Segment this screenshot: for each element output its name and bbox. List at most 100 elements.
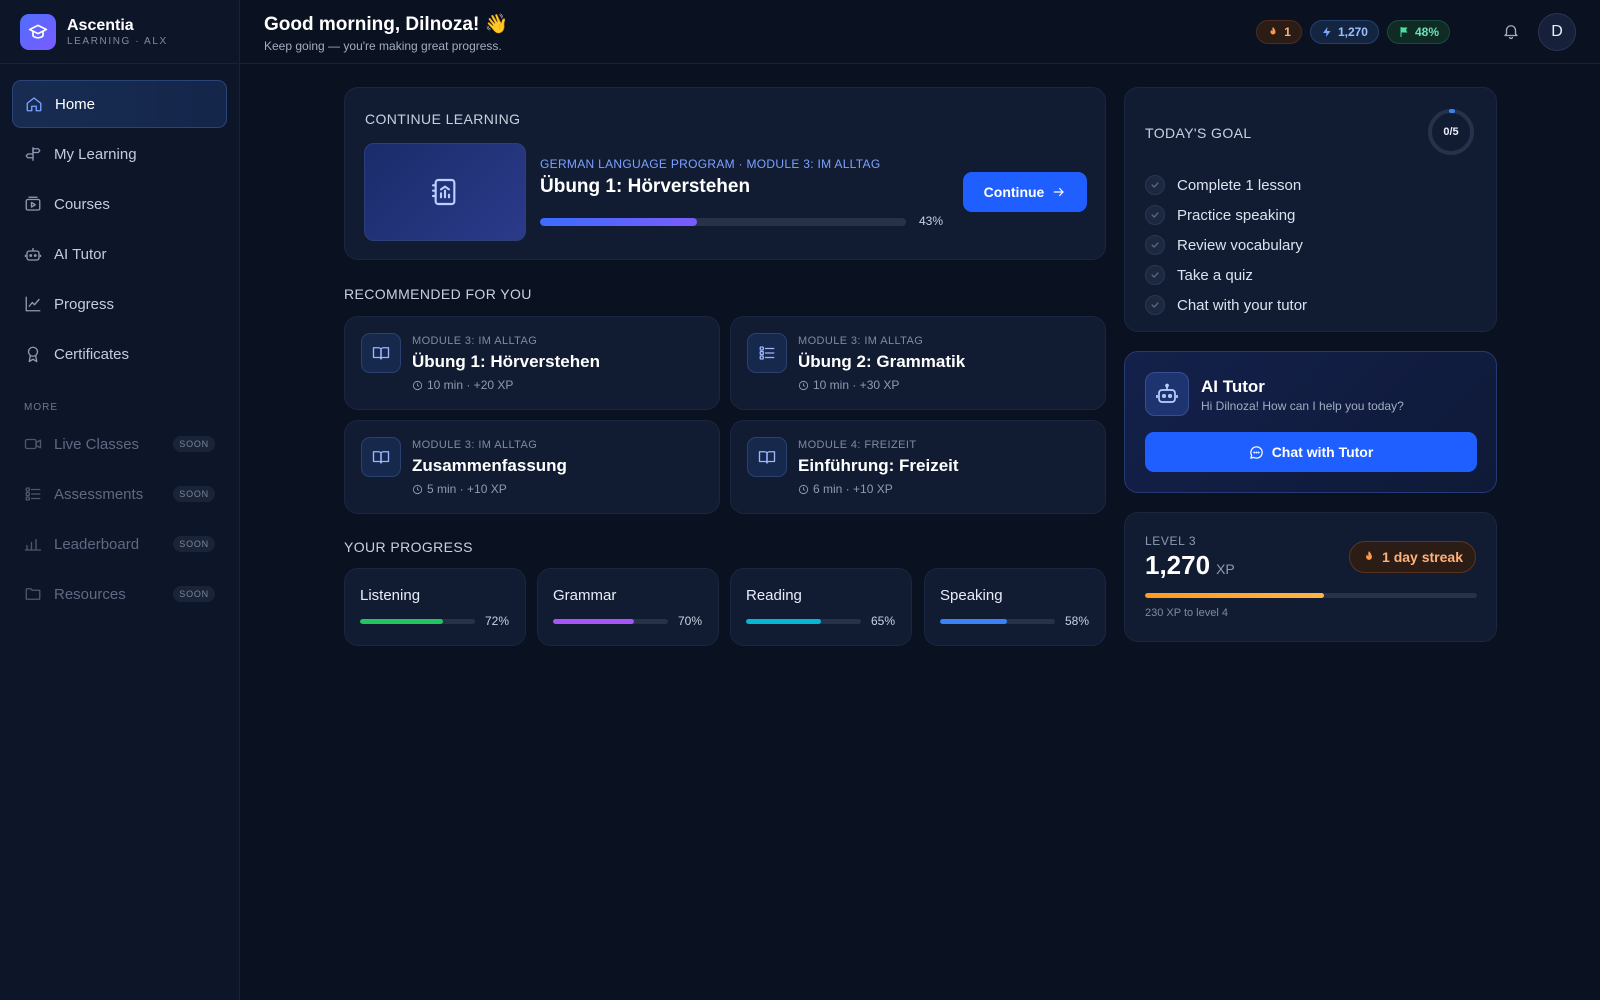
bar-chart-icon xyxy=(24,535,42,553)
skill-name: Reading xyxy=(746,587,802,604)
sidebar-item-label: Progress xyxy=(54,295,115,313)
lesson-thumbnail[interactable] xyxy=(364,143,526,241)
skill-name: Speaking xyxy=(940,587,1003,604)
xp-badge[interactable]: 1,270 xyxy=(1309,20,1379,44)
skill-progress-bar xyxy=(746,619,861,624)
todays-goal-card: TODAY'S GOAL 0/5 Complete 1 lesson Pract… xyxy=(1124,87,1497,332)
skill-progress-card[interactable]: Reading 65% xyxy=(730,568,912,646)
sidebar-item-label: Leaderboard xyxy=(54,535,140,553)
progress-badge[interactable]: 48% xyxy=(1386,20,1450,44)
folder-icon xyxy=(24,585,42,603)
streak-label: 1 day streak xyxy=(1382,549,1463,565)
greeting-subtitle: Keep going — you're making great progres… xyxy=(264,39,502,53)
skill-progress-card[interactable]: Speaking 58% xyxy=(924,568,1106,646)
skill-progress-fill xyxy=(940,619,1007,624)
sidebar-item-label: Live Classes xyxy=(54,435,140,453)
recommended-meta-text: 10 min · +20 XP xyxy=(427,378,514,392)
skill-progress-label: 58% xyxy=(1064,614,1089,628)
skill-progress-bar xyxy=(940,619,1055,624)
goal-item-label: Chat with your tutor xyxy=(1177,296,1308,314)
recommended-title: RECOMMENDED FOR YOU xyxy=(344,286,532,302)
level-xp-value: 1,270 xyxy=(1145,550,1211,580)
skill-progress-label: 70% xyxy=(677,614,702,628)
goal-item[interactable]: Take a quiz xyxy=(1145,260,1307,290)
goal-ring-label: 0/5 xyxy=(1443,126,1459,138)
soon-badge: SOON xyxy=(173,486,215,502)
lesson-title[interactable]: Übung 1: Hörverstehen xyxy=(540,176,750,198)
goal-item[interactable]: Chat with your tutor xyxy=(1145,290,1307,320)
goal-title: TODAY'S GOAL xyxy=(1145,125,1252,141)
skill-progress-fill xyxy=(553,619,634,624)
sidebar-item-home[interactable]: Home xyxy=(12,80,227,128)
level-card: LEVEL 3 1,270 XP 1 day streak 230 XP to l… xyxy=(1124,512,1497,642)
goal-item[interactable]: Complete 1 lesson xyxy=(1145,170,1307,200)
tutor-subtitle: Hi Dilnoza! How can I help you today? xyxy=(1201,399,1404,413)
check-icon[interactable] xyxy=(1145,205,1165,225)
soon-badge: SOON xyxy=(173,536,215,552)
recommended-meta: 5 min · +10 XP xyxy=(412,482,507,496)
sidebar-item-label: Assessments xyxy=(54,485,144,503)
sidebar-item-label: Certificates xyxy=(54,345,130,363)
recommended-card[interactable]: MODULE 3: IM ALLTAG Übung 1: Hörverstehe… xyxy=(344,316,720,410)
check-icon[interactable] xyxy=(1145,295,1165,315)
sidebar-item-label: Home xyxy=(55,95,96,113)
bell-icon[interactable] xyxy=(1502,22,1520,40)
clock-icon xyxy=(412,484,423,495)
sidebar-divider xyxy=(0,63,240,64)
flag-icon xyxy=(1398,26,1410,38)
recommended-module: MODULE 3: IM ALLTAG xyxy=(798,335,924,347)
goal-item[interactable]: Review vocabulary xyxy=(1145,230,1307,260)
sidebar-item-courses[interactable]: Courses xyxy=(12,180,227,228)
chart-icon xyxy=(24,295,42,313)
skill-progress-label: 72% xyxy=(484,614,509,628)
clock-icon xyxy=(412,380,423,391)
avatar[interactable]: D xyxy=(1538,13,1576,51)
recommended-meta: 10 min · +20 XP xyxy=(412,378,513,392)
recommended-meta-text: 6 min · +10 XP xyxy=(813,482,893,496)
skill-progress-card[interactable]: Grammar 70% xyxy=(537,568,719,646)
more-nav: Live Classes SOON Assessments SOON Leade… xyxy=(12,420,227,620)
recommended-card[interactable]: MODULE 4: FREIZEIT Einführung: Freizeit … xyxy=(730,420,1106,514)
continue-learning-card: CONTINUE LEARNING GERMAN LANGUAGE PROGRA… xyxy=(344,87,1106,260)
chat-with-tutor-button[interactable]: Chat with Tutor xyxy=(1145,432,1477,472)
skill-progress-card[interactable]: Listening 72% xyxy=(344,568,526,646)
progress-section-title: YOUR PROGRESS xyxy=(344,539,473,555)
book-icon xyxy=(361,333,401,373)
goal-list: Complete 1 lesson Practice speaking Revi… xyxy=(1145,170,1307,320)
sidebar-item-my-learning[interactable]: My Learning xyxy=(12,130,227,178)
top-bar: Good morning, Dilnoza! 👋 Keep going — yo… xyxy=(240,0,1600,64)
xp-count: 1,270 xyxy=(1337,25,1368,39)
continue-button[interactable]: Continue xyxy=(963,172,1087,212)
robot-icon xyxy=(24,245,42,263)
level-xp-unit: XP xyxy=(1216,561,1235,577)
check-icon[interactable] xyxy=(1145,265,1165,285)
stats-badges: 1 1,270 48% xyxy=(1256,20,1450,44)
skill-progress-bar xyxy=(360,619,475,624)
recommended-module: MODULE 4: FREIZEIT xyxy=(798,439,917,451)
sidebar-item-certificates[interactable]: Certificates xyxy=(12,330,227,378)
fire-icon xyxy=(1362,550,1376,564)
streak-badge[interactable]: 1 day streak xyxy=(1349,541,1476,573)
goal-item-label: Practice speaking xyxy=(1177,206,1296,224)
progress-percent: 48% xyxy=(1414,25,1439,39)
goal-item[interactable]: Practice speaking xyxy=(1145,200,1307,230)
lesson-progress-fill xyxy=(540,218,698,226)
fire-icon xyxy=(1267,26,1279,38)
chat-bubble-icon xyxy=(1249,445,1264,460)
streak-badge[interactable]: 1 xyxy=(1256,20,1302,44)
recommended-card[interactable]: MODULE 3: IM ALLTAG Übung 2: Grammatik 1… xyxy=(730,316,1106,410)
arrow-right-icon xyxy=(1052,185,1066,199)
brand[interactable]: Ascentia LEARNING · ALX xyxy=(20,14,168,50)
check-icon[interactable] xyxy=(1145,235,1165,255)
recommended-meta: 10 min · +30 XP xyxy=(798,378,899,392)
recommended-card[interactable]: MODULE 3: IM ALLTAG Zusammenfassung 5 mi… xyxy=(344,420,720,514)
sidebar-item-progress[interactable]: Progress xyxy=(12,280,227,328)
brand-name: Ascentia xyxy=(67,16,134,34)
sidebar-item-ai-tutor[interactable]: AI Tutor xyxy=(12,230,227,278)
recommended-title: Einführung: Freizeit xyxy=(798,456,959,475)
checklist-icon xyxy=(24,485,42,503)
check-icon[interactable] xyxy=(1145,175,1165,195)
sidebar-item-leaderboard: Leaderboard SOON xyxy=(12,520,227,568)
goal-item-label: Review vocabulary xyxy=(1177,236,1303,254)
sidebar-item-resources: Resources SOON xyxy=(12,570,227,618)
